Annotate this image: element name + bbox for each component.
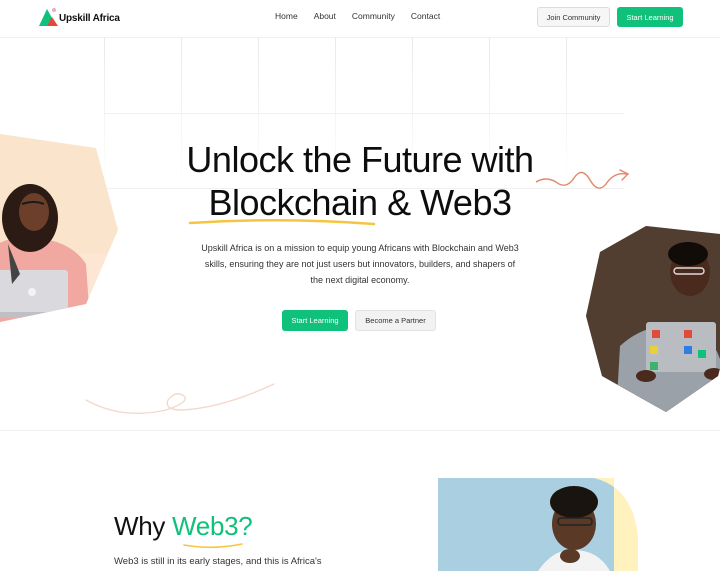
nav-link-community[interactable]: Community bbox=[352, 11, 395, 21]
headline-underline-decoration bbox=[188, 218, 376, 226]
nav-link-contact[interactable]: Contact bbox=[411, 11, 440, 21]
hero-description: Upskill Africa is on a mission to equip … bbox=[201, 243, 519, 285]
join-community-button[interactable]: Join Community bbox=[537, 7, 610, 27]
loop-decoration bbox=[85, 383, 275, 414]
logo-text: Upskill Africa bbox=[59, 13, 120, 24]
nav-links: Home About Community Contact bbox=[275, 11, 440, 21]
man-with-laptop-photo bbox=[586, 226, 720, 412]
nav-link-home[interactable]: Home bbox=[275, 11, 298, 21]
logo-mark-icon bbox=[39, 8, 58, 26]
start-learning-nav-button[interactable]: Start Learning bbox=[617, 7, 683, 27]
man-thinking-photo bbox=[438, 478, 638, 571]
why-underline-decoration bbox=[183, 543, 243, 549]
headline-tail: & Web3 bbox=[377, 182, 512, 223]
why-web3-copy: Web3 is still in its early stages, and t… bbox=[114, 556, 322, 567]
top-nav: Upskill Africa Home About Community Cont… bbox=[0, 0, 720, 38]
hero-section: Unlock the Future with Blockchain & Web3… bbox=[0, 38, 720, 430]
why-web3-title: Why Web3? bbox=[114, 511, 253, 542]
logo[interactable]: Upskill Africa bbox=[38, 6, 128, 28]
headline-line-1: Unlock the Future with bbox=[186, 139, 534, 180]
section-divider bbox=[0, 430, 720, 431]
why-title-accent: Web3? bbox=[172, 511, 253, 541]
nav-link-about[interactable]: About bbox=[314, 11, 336, 21]
squiggle-arrow-decoration bbox=[536, 169, 630, 189]
why-title-prefix: Why bbox=[114, 511, 173, 541]
become-partner-button[interactable]: Become a Partner bbox=[355, 310, 436, 331]
start-learning-hero-button[interactable]: Start Learning bbox=[282, 310, 348, 331]
